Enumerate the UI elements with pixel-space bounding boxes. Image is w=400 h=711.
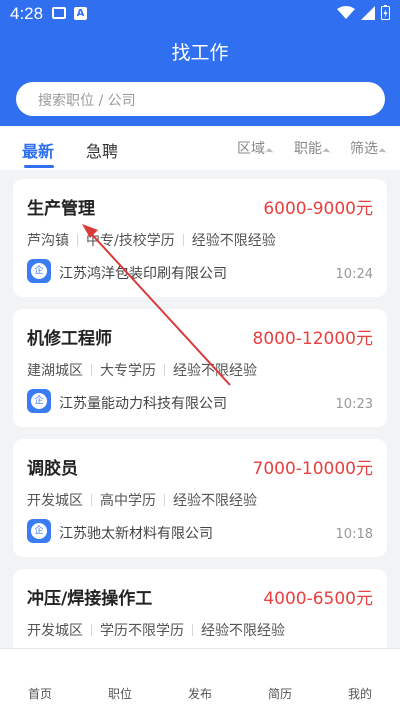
filter-function-label: 职能 <box>294 141 322 157</box>
tab-latest[interactable]: 最新 <box>22 138 54 162</box>
status-bar: 4:28 A <box>0 0 400 28</box>
tab-urgent[interactable]: 急聘 <box>86 138 118 162</box>
job-tags: 建湖城区 大专学历 经验不限经验 <box>27 360 257 380</box>
job-experience: 经验不限经验 <box>201 623 285 639</box>
job-tags: 芦沟镇 中专/技校学历 经验不限经验 <box>27 230 276 250</box>
company-name: 江苏驰太新材料有限公司 <box>59 526 213 542</box>
job-salary: 6000-9000元 <box>263 199 373 219</box>
status-time: 4:28 <box>10 4 44 23</box>
page-title: 找工作 <box>171 42 229 64</box>
job-title: 调胶员 <box>27 459 78 479</box>
job-salary: 4000-6500元 <box>263 589 373 609</box>
job-title: 冲压/焊接操作工 <box>27 589 153 609</box>
job-education: 大专学历 <box>100 363 156 379</box>
job-education: 高中学历 <box>100 493 156 509</box>
job-title: 机修工程师 <box>27 329 112 349</box>
wifi-icon <box>337 5 355 19</box>
app-notification-icon: A <box>74 7 87 20</box>
company-name: 江苏量能动力科技有限公司 <box>59 396 227 412</box>
job-title: 生产管理 <box>27 199 95 219</box>
nav-profile[interactable]: 我的 <box>330 685 390 702</box>
job-location: 开发城区 <box>27 493 83 509</box>
post-time: 10:24 <box>335 267 373 282</box>
filter-function[interactable]: 职能 <box>294 138 331 158</box>
company-icon <box>27 259 51 283</box>
job-card[interactable]: 机修工程师 8000-12000元 建湖城区 大专学历 经验不限经验 江苏量能动… <box>13 309 387 427</box>
tab-active-indicator <box>24 165 54 168</box>
nav-home[interactable]: 首页 <box>10 685 70 702</box>
post-time: 10:23 <box>335 397 373 412</box>
signal-icon <box>361 5 375 20</box>
job-salary: 7000-10000元 <box>252 459 373 479</box>
filter-more-label: 筛选 <box>350 141 378 157</box>
bottom-navigation: 首页 职位 发布 简历 我的 <box>0 648 400 711</box>
job-education: 中专/技校学历 <box>86 233 175 249</box>
caret-down-icon <box>322 148 331 156</box>
job-experience: 经验不限经验 <box>173 363 257 379</box>
nav-post[interactable]: 发布 <box>170 685 230 702</box>
gallery-notification-icon <box>52 7 66 19</box>
company-name: 江苏鸿洋包装印刷有限公司 <box>59 266 227 282</box>
tab-bar: 最新 急聘 区域 职能 筛选 <box>0 126 400 170</box>
job-tags: 开发城区 高中学历 经验不限经验 <box>27 490 257 510</box>
caret-down-icon <box>378 148 387 156</box>
search-placeholder: 搜索职位 / 公司 <box>38 93 136 109</box>
job-card[interactable]: 冲压/焊接操作工 4000-6500元 开发城区 学历不限学历 经验不限经验 <box>13 569 387 659</box>
job-card[interactable]: 调胶员 7000-10000元 开发城区 高中学历 经验不限经验 江苏驰太新材料… <box>13 439 387 557</box>
nav-jobs[interactable]: 职位 <box>90 685 150 702</box>
filter-more[interactable]: 筛选 <box>350 138 387 158</box>
post-time: 10:18 <box>335 527 373 542</box>
company-icon <box>27 389 51 413</box>
job-experience: 经验不限经验 <box>173 493 257 509</box>
nav-resume[interactable]: 简历 <box>250 685 310 702</box>
caret-down-icon <box>265 148 274 156</box>
search-input[interactable]: 搜索职位 / 公司 <box>16 82 385 116</box>
job-location: 建湖城区 <box>27 363 83 379</box>
filter-region[interactable]: 区域 <box>237 138 274 158</box>
job-experience: 经验不限经验 <box>191 233 276 249</box>
battery-icon <box>381 5 390 20</box>
job-salary: 8000-12000元 <box>252 329 373 349</box>
company-icon <box>27 519 51 543</box>
filter-region-label: 区域 <box>237 141 265 157</box>
job-location: 开发城区 <box>27 623 83 639</box>
job-tags: 开发城区 学历不限学历 经验不限经验 <box>27 620 285 640</box>
job-education: 学历不限学历 <box>100 623 184 639</box>
app-header: 4:28 A 找工作 搜索职位 / 公司 <box>0 0 400 126</box>
job-card[interactable]: 生产管理 6000-9000元 芦沟镇 中专/技校学历 经验不限经验 江苏鸿洋包… <box>13 179 387 297</box>
job-location: 芦沟镇 <box>27 233 69 249</box>
